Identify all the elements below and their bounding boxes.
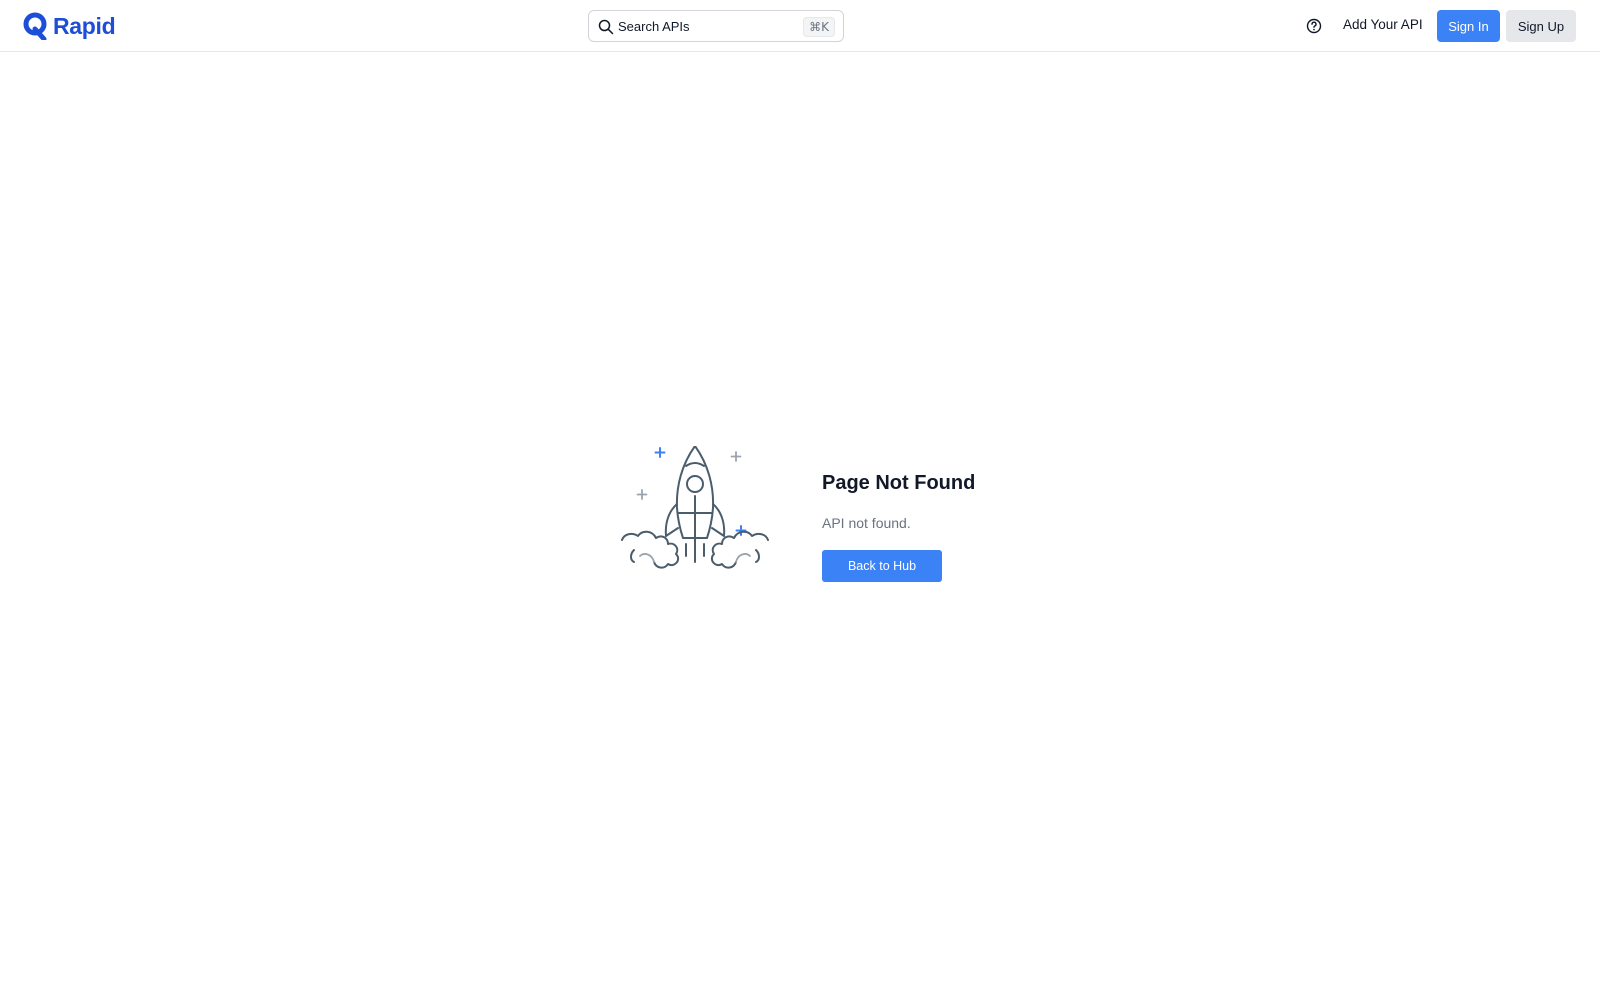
search-shortcut-key: ⌘K [803, 17, 835, 37]
search-bar[interactable]: Search APIs ⌘K [588, 10, 844, 42]
search-icon [598, 19, 614, 35]
sparkle-icon [636, 451, 742, 500]
error-message: API not found. [822, 515, 911, 531]
sparkle-icon [654, 447, 747, 536]
sign-in-button[interactable]: Sign In [1437, 10, 1500, 42]
search-placeholder: Search APIs [618, 19, 690, 34]
page-title: Page Not Found [822, 472, 976, 494]
question-circle-icon[interactable] [1305, 17, 1323, 35]
add-your-api-link[interactable]: Add Your API [1343, 17, 1423, 32]
top-navigation-bar: Rapid Search APIs ⌘K Add Your API Sign I… [0, 0, 1600, 52]
back-to-hub-button[interactable]: Back to Hub [822, 550, 942, 582]
not-found-panel: Page Not Found API not found. Back to Hu… [620, 446, 1020, 606]
rapid-logo-icon [23, 12, 47, 40]
logo-text: Rapid [53, 12, 116, 39]
sign-up-button[interactable]: Sign Up [1506, 10, 1576, 42]
rapid-logo[interactable]: Rapid [23, 11, 116, 41]
rocket-launch-icon [621, 446, 769, 569]
